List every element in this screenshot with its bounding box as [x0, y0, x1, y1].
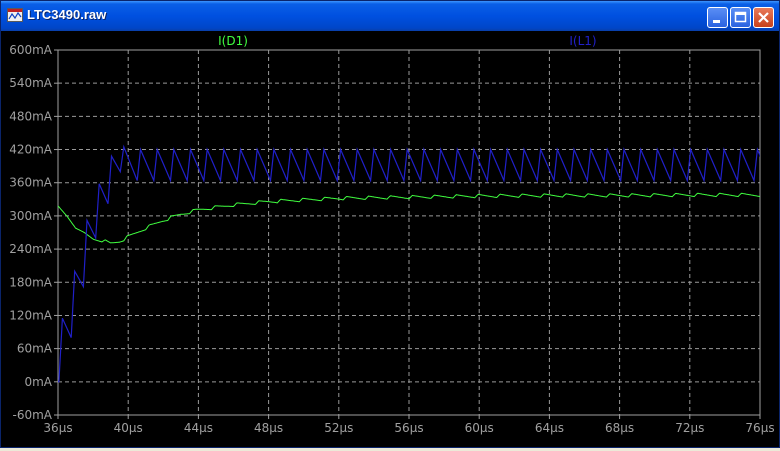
- y-tick-label: 60mA: [17, 342, 53, 356]
- legend-i-l1[interactable]: I(L1): [569, 34, 596, 48]
- close-icon: [758, 12, 769, 23]
- waveform-icon: [7, 8, 23, 22]
- y-tick-label: 540mA: [9, 76, 53, 90]
- series-i-l1: [58, 144, 760, 383]
- waveform-chart[interactable]: 600mA 540mA 480mA 420mA 360mA 300mA 240mA 180mA…: [1, 31, 779, 447]
- window-title: LTC3490.raw: [27, 7, 107, 22]
- maximize-icon: [734, 11, 747, 23]
- y-tick-label: 240mA: [9, 242, 53, 256]
- legend-i-d1[interactable]: I(D1): [218, 34, 248, 48]
- minimize-icon: [713, 20, 720, 23]
- maximize-button[interactable]: [730, 7, 751, 28]
- x-tick-label: 48µs: [254, 421, 283, 435]
- y-tick-label: 180mA: [9, 275, 53, 289]
- x-tick-label: 44µs: [184, 421, 213, 435]
- x-tick-label: 36µs: [43, 421, 72, 435]
- x-tick-label: 64µs: [535, 421, 564, 435]
- minimize-button[interactable]: [707, 7, 728, 28]
- y-tick-label: -60mA: [13, 408, 53, 422]
- x-tick-label: 72µs: [675, 421, 704, 435]
- x-tick-label: 60µs: [465, 421, 494, 435]
- y-tick-label: 360mA: [9, 176, 53, 190]
- y-tick-label: 420mA: [9, 143, 53, 157]
- title-bar[interactable]: LTC3490.raw: [1, 1, 779, 31]
- y-tick-label: 480mA: [9, 109, 53, 123]
- y-tick-label: 600mA: [9, 43, 53, 57]
- y-tick-label: 120mA: [9, 308, 53, 322]
- y-tick-label: 300mA: [9, 209, 53, 223]
- close-button[interactable]: [753, 7, 774, 28]
- x-tick-label: 76µs: [745, 421, 774, 435]
- x-tick-label: 68µs: [605, 421, 634, 435]
- x-tick-label: 40µs: [114, 421, 143, 435]
- x-tick-label: 56µs: [394, 421, 423, 435]
- plot-window: LTC3490.raw 600mA 540mA 480mA 420mA 360mA 300…: [0, 0, 780, 448]
- waveform-plot[interactable]: 600mA 540mA 480mA 420mA 360mA 300mA 240mA 180mA…: [1, 31, 779, 447]
- y-tick-label: 0mA: [24, 375, 52, 389]
- x-tick-label: 52µs: [324, 421, 353, 435]
